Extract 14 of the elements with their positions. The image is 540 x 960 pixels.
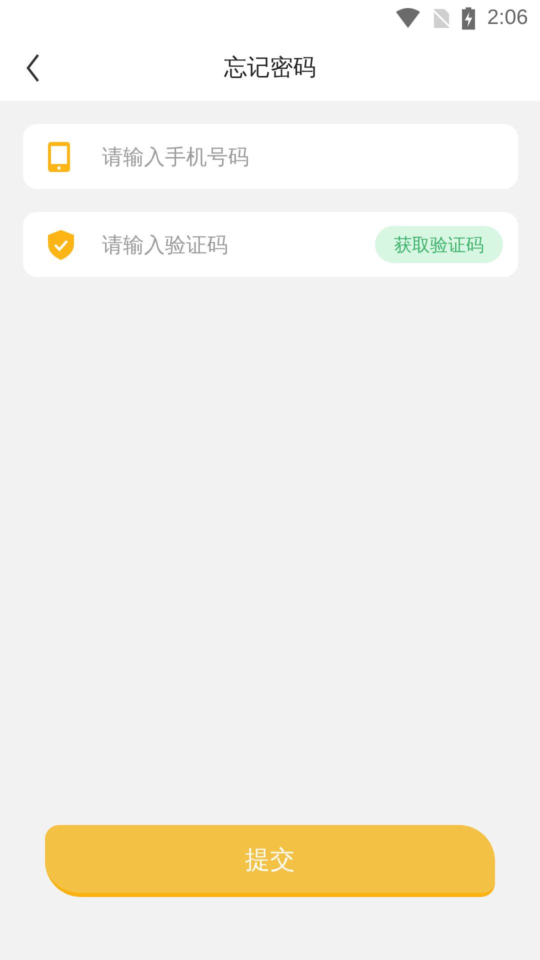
phone-icon	[48, 142, 70, 172]
no-sim-icon	[433, 8, 450, 28]
wifi-icon	[395, 8, 422, 28]
back-icon	[26, 54, 40, 82]
input-field[interactable]: 请输入验证码 获取验证码	[23, 212, 518, 277]
input-field[interactable]: 请输入手机号码	[23, 124, 518, 189]
shield-check-icon	[48, 230, 74, 260]
page-title: 忘记密码	[224, 54, 316, 83]
get-code-button[interactable]: 获取验证码	[375, 226, 503, 263]
submit-button[interactable]: 提交	[45, 825, 495, 897]
text-input[interactable]: 请输入验证码	[100, 232, 375, 258]
text-input[interactable]: 请输入手机号码	[100, 144, 503, 170]
status-time: 2:06	[487, 6, 528, 30]
battery-charging-icon	[462, 6, 476, 30]
